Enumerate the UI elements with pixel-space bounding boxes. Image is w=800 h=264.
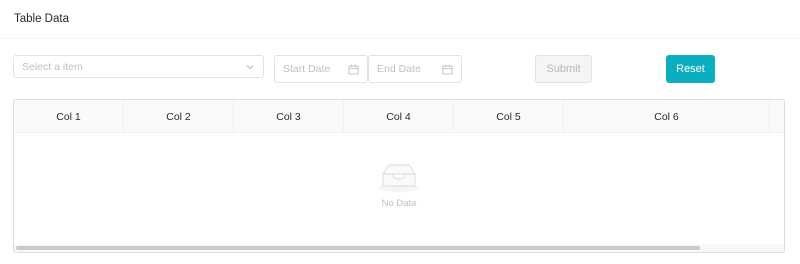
empty-text: No Data (381, 198, 417, 209)
item-select[interactable]: Select a item (13, 55, 264, 78)
column-header-spacer (770, 100, 784, 133)
start-date-placeholder: Start Date (283, 63, 331, 75)
horizontal-scrollbar-thumb[interactable] (16, 246, 700, 250)
chevron-down-icon (245, 62, 255, 72)
column-header-col-3[interactable]: Col 3 (234, 100, 344, 133)
column-header-col-6[interactable]: Col 6 (564, 100, 770, 133)
submit-button[interactable]: Submit (535, 55, 592, 83)
column-header-col-1[interactable]: Col 1 (14, 100, 124, 133)
end-date-input[interactable]: End Date (368, 55, 462, 83)
calendar-icon (347, 63, 359, 75)
column-header-col-4[interactable]: Col 4 (344, 100, 454, 133)
item-select-placeholder: Select a item (22, 60, 83, 73)
table-header: Col 1 Col 2 Col 3 Col 4 Col 5 Col 6 (14, 100, 784, 133)
column-header-col-5[interactable]: Col 5 (454, 100, 564, 133)
empty-inbox-icon (377, 160, 421, 194)
start-date-input[interactable]: Start Date (274, 55, 368, 83)
calendar-icon (441, 63, 453, 75)
reset-button[interactable]: Reset (666, 55, 715, 83)
title-divider (0, 38, 800, 39)
data-table: Col 1 Col 2 Col 3 Col 4 Col 5 Col 6 No D… (13, 99, 785, 253)
column-header-col-2[interactable]: Col 2 (124, 100, 234, 133)
empty-state: No Data (14, 160, 784, 209)
end-date-placeholder: End Date (377, 63, 421, 75)
page-title: Table Data (14, 13, 69, 25)
